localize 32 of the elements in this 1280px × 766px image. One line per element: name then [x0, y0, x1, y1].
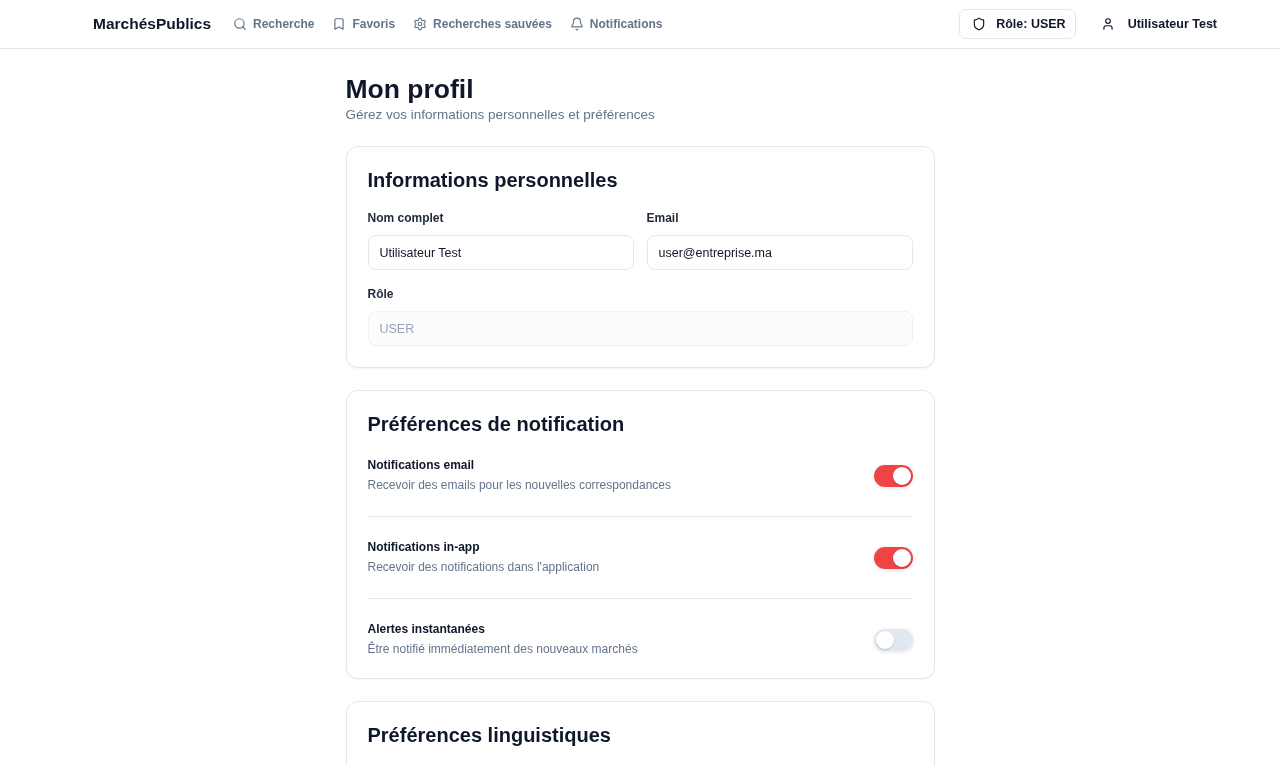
field-label: Email	[646, 211, 679, 226]
card-title: Préférences de notification	[367, 412, 626, 436]
setting-description: Recevoir des notifications dans l'application	[367, 560, 600, 575]
toggle-switch[interactable]	[873, 628, 913, 651]
user-menu-button[interactable]: Utilisateur Test	[1100, 17, 1217, 31]
setting-description: Être notifié immédiatement des nouveaux marchés	[367, 642, 638, 657]
toggle-switch[interactable]	[873, 464, 913, 487]
bell-icon	[569, 17, 584, 31]
setting-label: Alertes instantanées	[367, 622, 485, 637]
search-icon	[233, 17, 248, 31]
nav-link[interactable]: Recherche	[233, 17, 315, 31]
shield-icon	[972, 17, 987, 31]
card-title: Préférences linguistiques	[367, 723, 612, 747]
setting-label: Notifications email	[367, 458, 475, 473]
page-title: Mon profil	[345, 73, 474, 105]
gear-icon	[413, 17, 428, 31]
setting-label: Notifications in-app	[367, 540, 480, 555]
toggle-switch[interactable]	[873, 546, 913, 569]
nav-link[interactable]: Recherches sauvées	[413, 17, 552, 31]
user-icon	[1100, 17, 1115, 31]
setting-description: Recevoir des emails pour les nouvelles correspondances	[367, 478, 671, 493]
nav-link[interactable]: Notifications	[569, 17, 663, 31]
bookmark-icon	[332, 17, 347, 31]
field-label: Nom complet	[367, 211, 444, 226]
input-field[interactable]: Utilisateur Test	[367, 235, 634, 270]
input-field[interactable]: user@entreprise.ma	[646, 235, 913, 270]
nav-link[interactable]: Favoris	[332, 17, 396, 31]
card-title: Informations personnelles	[367, 168, 619, 192]
page-subtitle: Gérez vos informations personnelles et préférences	[345, 106, 655, 124]
role-text: Rôle: USER	[996, 17, 1066, 31]
field-label: Rôle	[367, 287, 394, 302]
brand-logo: MarchésPublics	[93, 15, 212, 33]
